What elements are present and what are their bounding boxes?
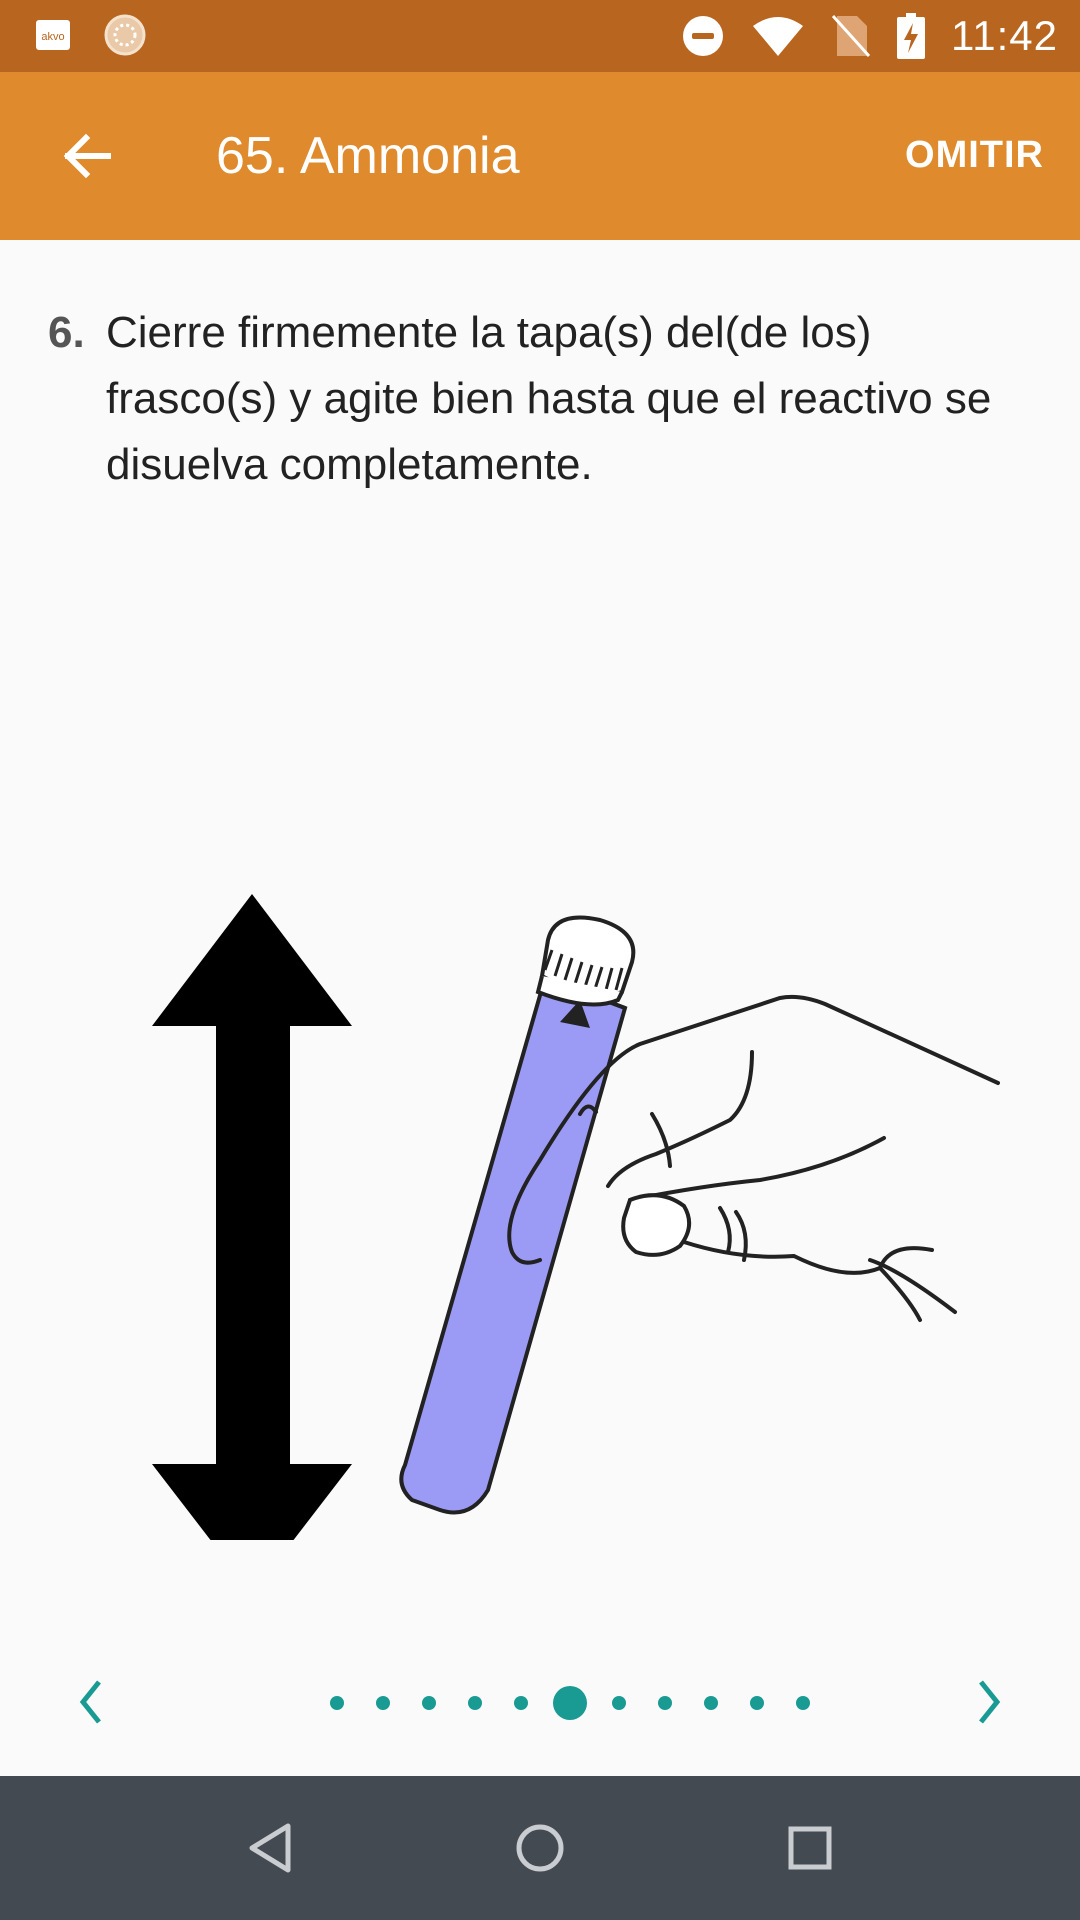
page-indicator — [0, 1656, 1080, 1748]
back-button[interactable] — [46, 116, 126, 196]
page-dot[interactable] — [612, 1696, 626, 1710]
system-navigation-bar — [0, 1776, 1080, 1920]
page-dot[interactable] — [468, 1696, 482, 1710]
back-triangle-icon — [249, 1823, 291, 1873]
clock: 11:42 — [951, 12, 1058, 59]
system-home-button[interactable] — [500, 1808, 580, 1888]
prev-page-button[interactable] — [58, 1670, 122, 1734]
system-back-button[interactable] — [230, 1808, 310, 1888]
page-dot[interactable] — [750, 1696, 764, 1710]
page-dot[interactable] — [330, 1696, 344, 1710]
recents-square-icon — [788, 1826, 832, 1870]
wifi-icon — [753, 17, 803, 56]
battery-charging-icon — [897, 13, 925, 59]
arrow-back-icon — [63, 133, 111, 179]
page-dot[interactable] — [796, 1696, 810, 1710]
shake-vial-illustration — [152, 894, 1000, 1540]
step-instruction: 6. Cierre firmemente la tapa(s) del(de l… — [48, 300, 1038, 498]
system-recents-button[interactable] — [770, 1808, 850, 1888]
page-dot[interactable] — [514, 1696, 528, 1710]
chevron-left-icon — [79, 1680, 101, 1724]
app-bar: 65. Ammonia OMITIR — [0, 72, 1080, 240]
page-dot[interactable] — [422, 1696, 436, 1710]
instruction-content: 6. Cierre firmemente la tapa(s) del(de l… — [0, 240, 1080, 1776]
page-title: 65. Ammonia — [216, 127, 520, 185]
step-number: 6. — [48, 308, 85, 357]
akvo-logo-text: akvo — [41, 31, 64, 43]
status-bar: akvo 11:42 — [0, 0, 1080, 72]
akvo-app-icon: akvo — [36, 20, 70, 50]
step-text: Cierre firmemente la tapa(s) del(de los)… — [106, 308, 992, 489]
no-sim-icon — [831, 14, 871, 58]
vial-icon — [399, 915, 636, 1515]
app-logo-icon — [104, 14, 146, 56]
page-dot[interactable] — [658, 1696, 672, 1710]
do-not-disturb-icon — [683, 16, 723, 56]
home-circle-icon — [516, 1824, 564, 1872]
page-dot[interactable] — [376, 1696, 390, 1710]
up-down-arrow-icon — [152, 894, 352, 1540]
page-dot[interactable] — [704, 1696, 718, 1710]
chevron-right-icon — [979, 1680, 1001, 1724]
page-dots — [314, 1686, 826, 1720]
page-dot-active[interactable] — [553, 1686, 587, 1720]
skip-button[interactable]: OMITIR — [905, 134, 1044, 177]
next-page-button[interactable] — [958, 1670, 1022, 1734]
